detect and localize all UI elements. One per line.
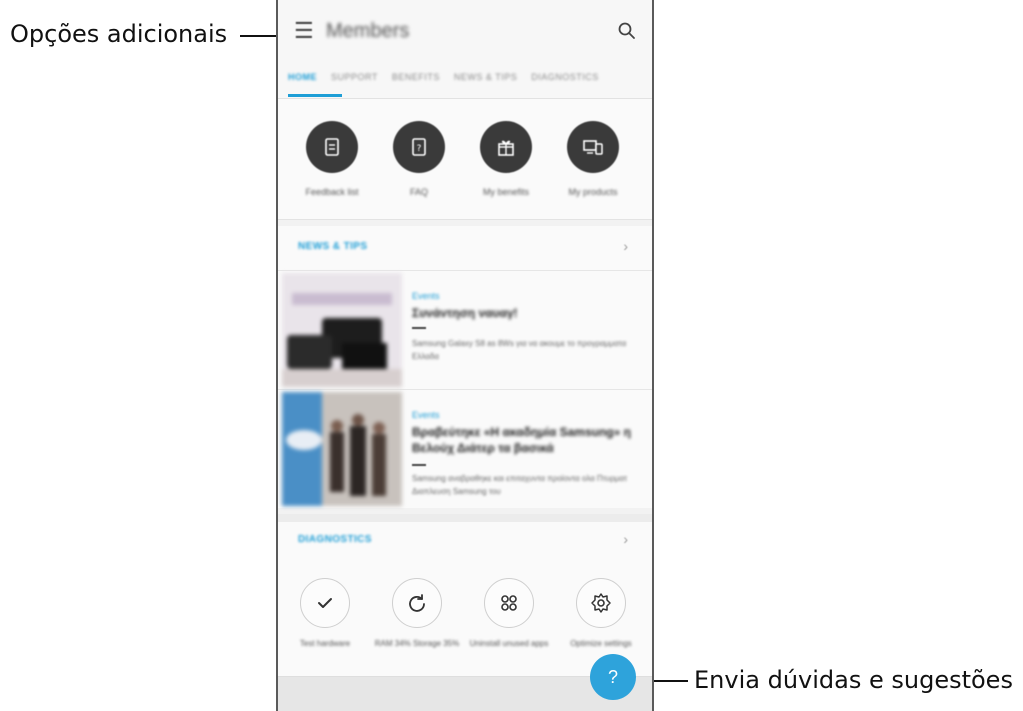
diagnostic-memory-storage[interactable]: RAM 34% Storage 35% — [374, 578, 460, 650]
tab-home[interactable]: HOME — [288, 62, 317, 92]
question-icon: ? — [607, 667, 618, 687]
article-title: Βραβεύτηκε «Η ακαδημία Samsung» η Βελούχ… — [412, 425, 631, 455]
diagnostic-test-hardware[interactable]: Test hardware — [282, 578, 368, 650]
tab-diagnostics[interactable]: DIAGNOSTICS — [531, 62, 599, 92]
quick-action-label: My products — [568, 187, 618, 197]
news-card[interactable]: Events Βραβεύτηκε «Η ακαδημία Samsung» η… — [278, 389, 652, 508]
article-thumbnail — [282, 273, 402, 387]
quick-actions: Feedback list ? FAQ My benefits My produ… — [278, 99, 652, 220]
hamburger-menu-icon[interactable]: ☰ — [294, 20, 314, 42]
article-thumbnail — [282, 392, 402, 506]
app-bar: ☰ Members — [278, 0, 652, 62]
quick-action-label: FAQ — [409, 187, 428, 197]
active-tab-indicator — [288, 94, 342, 97]
checkmark-icon — [300, 578, 350, 628]
news-card[interactable]: Events Συνάντηση ναυαγ! Samsung Galaxy S… — [278, 270, 652, 389]
search-icon[interactable] — [616, 20, 638, 42]
news-section-title: NEWS & TIPS — [298, 241, 368, 252]
refresh-icon — [392, 578, 442, 628]
quick-action-label: Feedback list — [305, 187, 359, 197]
app-title: Members — [326, 20, 410, 42]
diagnostic-label: Test hardware — [299, 639, 351, 648]
chevron-right-icon: › — [623, 531, 628, 547]
chevron-right-icon: › — [623, 238, 628, 254]
article-description: Samsung Galaxy S8 as 8Ws για να ακουμε τ… — [412, 339, 627, 361]
tab-news-tips[interactable]: NEWS & TIPS — [454, 62, 517, 92]
quick-action-label: My benefits — [482, 187, 530, 197]
diagnostics-section-title: DIAGNOSTICS — [298, 534, 372, 545]
phone-screen: ☰ Members HOME SUPPORT BENEFITS NEWS & TIPS… — [276, 0, 654, 711]
article-description: Samsung αναβραθηκε και επιταχυντα προϊον… — [412, 474, 628, 496]
apps-grid-icon — [484, 578, 534, 628]
gift-icon — [480, 121, 532, 173]
diagnostic-label: Uninstall unused apps — [469, 639, 549, 648]
diagnostic-uninstall-apps[interactable]: Uninstall unused apps — [466, 578, 552, 650]
callout-more-options: Opções adicionais — [10, 20, 228, 48]
tab-benefits[interactable]: BENEFITS — [392, 62, 440, 92]
quick-action-feedback[interactable]: Feedback list — [292, 121, 372, 197]
document-icon — [306, 121, 358, 173]
devices-icon — [567, 121, 619, 173]
feedback-fab-button[interactable]: ? — [590, 654, 636, 700]
quick-action-benefits[interactable]: My benefits — [466, 121, 546, 197]
article-divider — [412, 464, 426, 466]
quick-action-faq[interactable]: ? FAQ — [379, 121, 459, 197]
diagnostic-optimize-settings[interactable]: Optimize settings — [558, 578, 644, 650]
svg-text:?: ? — [417, 144, 422, 154]
tab-support[interactable]: SUPPORT — [331, 62, 378, 92]
quick-action-products[interactable]: My products — [553, 121, 633, 197]
news-section-header[interactable]: NEWS & TIPS › — [278, 226, 652, 270]
diagnostic-label: Optimize settings — [570, 639, 632, 648]
faq-book-icon: ? — [393, 121, 445, 173]
tab-bar: HOME SUPPORT BENEFITS NEWS & TIPS DIAGNOSTIC… — [278, 62, 652, 99]
diagnostics-panel: Test hardware RAM 34% Storage 35% Uninst… — [278, 558, 652, 677]
article-title: Συνάντηση ναυαγ! — [412, 306, 518, 320]
diagnostic-label: RAM 34% Storage 35% — [374, 639, 460, 648]
callout-send-feedback: Envia dúvidas e sugestões — [694, 666, 1013, 694]
diagnostics-section-header[interactable]: DIAGNOSTICS › — [278, 514, 652, 558]
settings-gear-icon — [576, 578, 626, 628]
article-category: Events — [412, 410, 440, 420]
article-divider — [412, 327, 426, 329]
article-category: Events — [412, 291, 440, 301]
